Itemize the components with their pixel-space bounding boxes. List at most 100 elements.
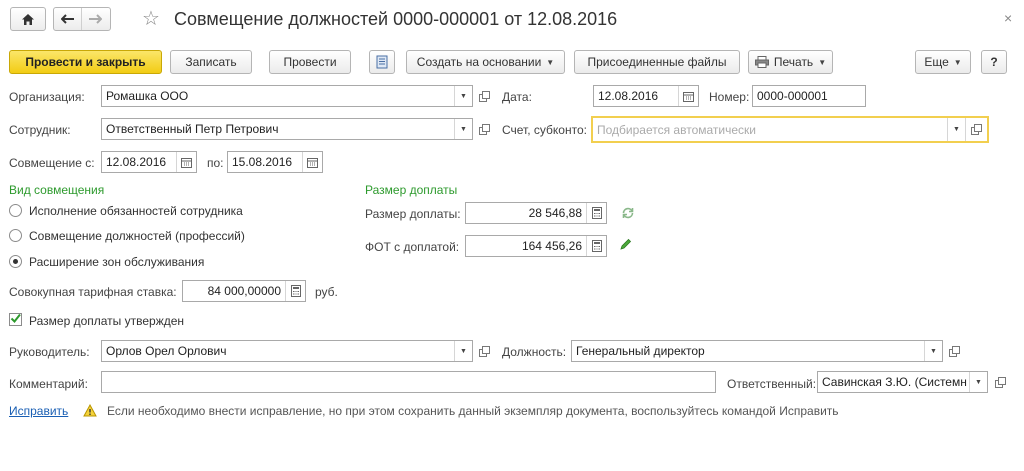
chevron-down-icon[interactable]: ▼	[969, 372, 987, 392]
fix-link[interactable]: Исправить	[9, 404, 68, 418]
fot-field[interactable]: 164 456,26	[465, 235, 607, 257]
print-label: Печать	[773, 55, 814, 69]
organization-field[interactable]: Ромашка ООО ▼	[101, 85, 473, 107]
calendar-icon[interactable]	[302, 152, 322, 172]
calculator-icon[interactable]	[586, 203, 606, 223]
back-button[interactable]	[54, 8, 81, 30]
total-rate-unit: руб.	[315, 285, 338, 299]
calendar-icon[interactable]	[678, 86, 698, 106]
radio-kind-duties-label[interactable]: Исполнение обязанностей сотрудника	[29, 204, 243, 218]
report-button[interactable]	[369, 50, 395, 74]
responsible-value: Савинская З.Ю. (Системн	[822, 375, 967, 389]
employee-field[interactable]: Ответственный Петр Петрович ▼	[101, 118, 473, 140]
responsible-field[interactable]: Савинская З.Ю. (Системн ▼	[817, 371, 988, 393]
chevron-down-icon[interactable]: ▼	[454, 86, 472, 106]
calculator-icon[interactable]	[285, 281, 305, 301]
more-button[interactable]: Еще ▼	[915, 50, 971, 74]
open-window-icon	[948, 345, 960, 357]
open-window-icon	[971, 124, 982, 135]
chevron-down-icon: ▼	[818, 57, 827, 67]
combo-to-value: 15.08.2016	[232, 155, 293, 169]
document-list-icon	[376, 55, 388, 69]
combo-to-field[interactable]: 15.08.2016	[227, 151, 323, 173]
checkmark-icon	[10, 313, 21, 324]
chevron-down-icon: ▼	[953, 57, 962, 67]
comment-label: Комментарий:	[9, 377, 88, 391]
employee-value: Ответственный Петр Петрович	[106, 122, 279, 136]
chevron-down-icon[interactable]: ▼	[947, 118, 965, 141]
attached-files-button[interactable]: Присоединенные файлы	[574, 50, 740, 74]
account-label: Счет, субконто:	[502, 123, 587, 137]
create-based-on-button[interactable]: Создать на основании ▼	[406, 50, 565, 74]
open-window-icon	[478, 90, 490, 102]
manager-value: Орлов Орел Орлович	[106, 344, 227, 358]
forward-button[interactable]	[81, 8, 108, 30]
date-field[interactable]: 12.08.2016	[593, 85, 699, 107]
chevron-down-icon: ▼	[546, 57, 555, 67]
open-employee-button[interactable]	[476, 121, 492, 137]
calculator-icon[interactable]	[586, 236, 606, 256]
open-window-icon	[478, 123, 490, 135]
page-title: Совмещение должностей 0000-000001 от 12.…	[174, 9, 618, 29]
radio-kind-duties[interactable]	[9, 204, 22, 217]
surcharge-amount-value: 28 546,88	[528, 206, 582, 220]
account-field[interactable]: Подбирается автоматически ▼	[591, 116, 989, 143]
save-button[interactable]: Записать	[170, 50, 252, 74]
number-value: 0000-000001	[757, 89, 828, 103]
organization-label: Организация:	[9, 90, 85, 104]
kind-section-title: Вид совмещения	[9, 183, 105, 197]
close-icon[interactable]: ×	[1004, 10, 1012, 26]
favorite-star-icon[interactable]: ☆	[142, 6, 160, 31]
position-field[interactable]: Генеральный директор ▼	[571, 340, 943, 362]
post-button[interactable]: Провести	[269, 50, 351, 74]
employee-label: Сотрудник:	[9, 123, 71, 137]
account-placeholder: Подбирается автоматически	[597, 122, 756, 137]
arrow-right-icon	[89, 14, 102, 24]
chevron-down-icon[interactable]: ▼	[454, 341, 472, 361]
open-window-icon	[478, 345, 490, 357]
responsible-label: Ответственный:	[727, 377, 817, 391]
date-label: Дата:	[502, 90, 532, 104]
chevron-down-icon[interactable]: ▼	[924, 341, 942, 361]
comment-field[interactable]	[101, 371, 716, 393]
surcharge-amount-field[interactable]: 28 546,88	[465, 202, 607, 224]
home-icon	[22, 13, 34, 25]
number-label: Номер:	[709, 90, 750, 104]
warning-icon	[82, 402, 98, 418]
open-organization-button[interactable]	[476, 88, 492, 104]
combo-from-field[interactable]: 12.08.2016	[101, 151, 197, 173]
radio-kind-zones[interactable]	[9, 255, 22, 268]
print-button[interactable]: Печать ▼	[748, 50, 833, 74]
calendar-icon[interactable]	[176, 152, 196, 172]
approved-label[interactable]: Размер доплаты утвержден	[29, 314, 184, 328]
total-rate-field[interactable]: 84 000,00000	[182, 280, 306, 302]
combo-to-label: по:	[207, 156, 224, 170]
fot-value: 164 456,26	[521, 239, 582, 253]
radio-kind-zones-label[interactable]: Расширение зон обслуживания	[29, 255, 204, 269]
edit-fot-button[interactable]	[617, 236, 633, 252]
number-field[interactable]: 0000-000001	[752, 85, 866, 107]
more-label: Еще	[924, 55, 949, 69]
arrow-left-icon	[60, 14, 74, 24]
surcharge-section-title: Размер доплаты	[365, 183, 458, 197]
date-value: 12.08.2016	[598, 89, 659, 103]
total-rate-value: 84 000,00000	[207, 284, 281, 298]
radio-kind-positions-label[interactable]: Совмещение должностей (профессий)	[29, 229, 245, 243]
fot-label: ФОТ с доплатой:	[365, 240, 460, 254]
home-button[interactable]	[10, 7, 46, 31]
approved-checkbox[interactable]	[9, 313, 22, 326]
chevron-down-icon[interactable]: ▼	[454, 119, 472, 139]
recalculate-button[interactable]	[620, 205, 636, 221]
surcharge-amount-label: Размер доплаты:	[365, 207, 461, 221]
open-account-button[interactable]	[965, 118, 987, 141]
create-based-on-label: Создать на основании	[416, 55, 542, 69]
help-button[interactable]: ?	[981, 50, 1007, 74]
open-window-icon	[994, 376, 1006, 388]
radio-kind-positions[interactable]	[9, 229, 22, 242]
open-position-button[interactable]	[946, 343, 962, 359]
manager-field[interactable]: Орлов Орел Орлович ▼	[101, 340, 473, 362]
open-responsible-button[interactable]	[992, 374, 1008, 390]
position-value: Генеральный директор	[576, 344, 705, 358]
post-and-close-button[interactable]: Провести и закрыть	[9, 50, 162, 74]
open-manager-button[interactable]	[476, 343, 492, 359]
